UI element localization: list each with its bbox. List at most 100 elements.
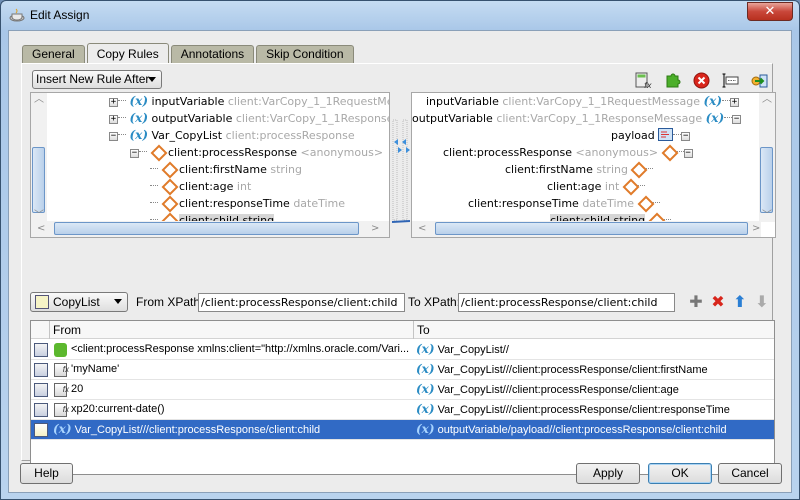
literal-icon[interactable]	[722, 72, 739, 89]
variable-icon: (x)	[416, 382, 435, 396]
expression-icon	[54, 380, 69, 399]
scroll-up-icon[interactable]: ︿	[34, 93, 44, 107]
scroll-left-icon[interactable]: <	[418, 222, 426, 236]
collapse-icon[interactable]: −	[732, 115, 742, 124]
source-tree-horizontal-scrollbar[interactable]: < >	[31, 221, 389, 237]
scroll-thumb[interactable]	[760, 147, 773, 213]
apply-button[interactable]: Apply	[576, 463, 640, 484]
insert-mode-dropdown[interactable]: Insert New Rule After	[32, 70, 162, 89]
scroll-up-icon[interactable]: ︿	[762, 93, 772, 107]
tree-node[interactable]: client:firstName string	[505, 161, 654, 178]
toolbar-icons: fx	[635, 72, 768, 89]
xml-fragment-icon	[54, 343, 67, 357]
table-row[interactable]: xp20:current-date() (x) Var_CopyList///c…	[31, 400, 774, 420]
copy-rule-icon	[34, 383, 48, 397]
variable-icon: (x)	[129, 111, 149, 125]
copylist-rule-icon	[34, 423, 48, 437]
expression-builder-icon[interactable]: fx	[635, 72, 652, 89]
from-xpath-input[interactable]: /client:processResponse/client:child	[198, 293, 405, 312]
to-xpath-input[interactable]: /client:processResponse/client:child	[458, 293, 675, 312]
remove-icon[interactable]	[693, 72, 710, 89]
column-header-from[interactable]: From	[53, 323, 81, 337]
tree-node[interactable]: − (x) Var_CopyList client:processRespons…	[109, 127, 355, 144]
rule-type-dropdown[interactable]: CopyList	[30, 292, 128, 312]
element-icon	[662, 146, 676, 158]
copy-rule-icon	[34, 343, 48, 357]
column-header-to[interactable]: To	[417, 323, 430, 337]
cancel-button[interactable]: Cancel	[718, 463, 782, 484]
tree-node[interactable]: outputVariable client:VarCopy_1_1Respons…	[412, 110, 742, 127]
dialog-content: General Copy Rules Annotations Skip Cond…	[8, 30, 792, 493]
scroll-thumb[interactable]	[54, 222, 359, 235]
help-button[interactable]: Help	[20, 463, 73, 484]
tab-copy-rules[interactable]: Copy Rules	[86, 43, 169, 63]
table-row[interactable]: 'myName' (x) Var_CopyList///client:proce…	[31, 360, 774, 380]
variable-icon: (x)	[416, 362, 435, 376]
variable-icon: (x)	[416, 342, 435, 356]
tab-skip-condition[interactable]: Skip Condition	[256, 45, 354, 63]
scroll-thumb[interactable]	[435, 222, 748, 235]
copy-rule-icon	[34, 403, 48, 417]
variable-icon: (x)	[705, 111, 725, 125]
tab-annotations[interactable]: Annotations	[170, 45, 255, 63]
to-xpath-label: To XPath:	[408, 295, 461, 309]
ok-button[interactable]: OK	[648, 463, 712, 484]
element-icon	[162, 197, 176, 209]
tree-node[interactable]: inputVariable client:VarCopy_1_1RequestM…	[426, 93, 740, 110]
table-row-selected[interactable]: (x) Var_CopyList///client:processRespons…	[31, 420, 774, 440]
variable-icon: (x)	[129, 94, 149, 108]
move-down-icon[interactable]: ⬇	[754, 294, 770, 310]
target-tree[interactable]: inputVariable client:VarCopy_1_1RequestM…	[411, 92, 776, 238]
add-rule-icon[interactable]: ✚	[688, 294, 704, 310]
tree-node[interactable]: + (x) outputVariable client:VarCopy_1_1R…	[109, 110, 389, 127]
table-row[interactable]: <client:processResponse xmlns:client="ht…	[31, 340, 774, 360]
scroll-left-icon[interactable]: <	[37, 222, 45, 236]
xml-fragment-icon[interactable]	[664, 72, 681, 89]
element-icon	[162, 163, 176, 175]
collapse-icon[interactable]: −	[683, 149, 693, 158]
tree-node[interactable]: client:age int	[150, 178, 251, 195]
element-icon	[151, 146, 165, 158]
coffee-cup-icon	[9, 8, 25, 22]
target-tree-horizontal-scrollbar[interactable]: < >	[412, 221, 761, 237]
collapse-icon[interactable]: −	[681, 132, 691, 141]
tree-splitter[interactable]	[392, 92, 410, 238]
expand-icon[interactable]: +	[109, 115, 118, 124]
scroll-right-icon[interactable]: >	[752, 222, 760, 236]
window-title: Edit Assign	[30, 8, 90, 22]
element-icon	[638, 197, 652, 209]
tree-node[interactable]: payload −	[611, 127, 691, 144]
scroll-thumb[interactable]	[32, 147, 45, 213]
source-tree[interactable]: ︿ ﹀ + (x) inputVariable client:VarCopy_1…	[30, 92, 390, 238]
delete-rule-icon[interactable]: ✖	[710, 294, 726, 310]
title-bar[interactable]: Edit Assign ✕	[1, 1, 799, 30]
tree-node[interactable]: client:age int	[547, 178, 645, 195]
source-tree-vertical-scrollbar[interactable]: ︿ ﹀	[31, 93, 47, 222]
target-tree-vertical-scrollbar[interactable]: ︿ ﹀	[759, 93, 775, 222]
copy-rule-icon	[34, 363, 48, 377]
table-header: From To	[31, 321, 774, 339]
tree-node[interactable]: + (x) inputVariable client:VarCopy_1_1Re…	[109, 93, 389, 110]
message-part-icon	[658, 128, 674, 141]
tree-node[interactable]: client:firstName string	[150, 161, 302, 178]
collapse-icon[interactable]: −	[109, 132, 118, 141]
expand-icon[interactable]: +	[730, 98, 740, 107]
tree-node[interactable]: − client:processResponse <anonymous>	[130, 144, 383, 161]
copy-rules-panel: Insert New Rule After fx ︿ ﹀ + (x) input…	[21, 63, 776, 475]
copy-rules-table: From To <client:processResponse xmlns:cl…	[30, 320, 775, 475]
tree-node[interactable]: client:processResponse <anonymous> −	[443, 144, 693, 161]
map-icon[interactable]	[751, 72, 768, 89]
expression-icon	[54, 400, 69, 419]
collapse-icon[interactable]: −	[130, 149, 139, 158]
table-row[interactable]: 20 (x) Var_CopyList///client:processResp…	[31, 380, 774, 400]
scroll-right-icon[interactable]: >	[371, 222, 379, 236]
close-button[interactable]: ✕	[747, 2, 793, 21]
tree-node[interactable]: client:responseTime dateTime	[150, 195, 345, 212]
scroll-down-icon[interactable]: ﹀	[762, 209, 772, 223]
expand-icon[interactable]: +	[109, 98, 118, 107]
svg-text:fx: fx	[644, 81, 652, 89]
tab-general[interactable]: General	[22, 45, 85, 63]
move-up-icon[interactable]: ⬆	[732, 294, 748, 310]
tree-node[interactable]: client:responseTime dateTime	[468, 195, 660, 212]
edit-assign-dialog: Edit Assign ✕ General Copy Rules Annotat…	[0, 0, 800, 500]
